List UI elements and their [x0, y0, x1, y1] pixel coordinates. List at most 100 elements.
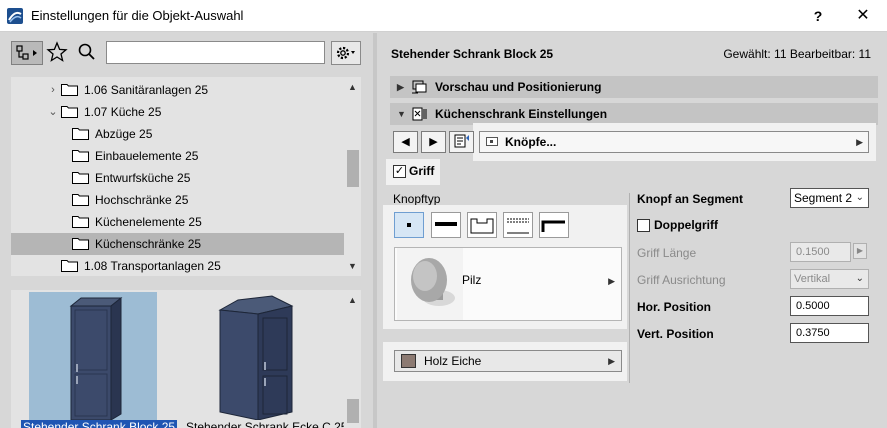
hor-position-input[interactable]: 0.5000	[790, 296, 869, 316]
title-bar: Einstellungen für die Objekt-Auswahl ? ✕	[0, 0, 887, 32]
knob-preview-label: Pilz	[462, 273, 482, 287]
knob-type-point-button[interactable]	[394, 212, 424, 238]
griff-laenge-input[interactable]: 0.1500	[790, 242, 851, 262]
preview-position-icon	[412, 80, 427, 94]
tree-item-transportanlagen[interactable]: 1.08 Transportanlagen 25	[11, 255, 344, 276]
knob-type-groove-button[interactable]	[503, 212, 533, 238]
settings-panel: Stehender Schrank Block 25 Gewählt: 11 B…	[377, 33, 887, 428]
search-input[interactable]	[106, 41, 325, 64]
folder-icon	[72, 128, 89, 140]
help-button[interactable]: ?	[798, 4, 838, 28]
page-list-button[interactable]	[449, 131, 474, 153]
knob-page-icon	[486, 137, 498, 146]
settings-menu-button[interactable]	[331, 41, 361, 65]
tree-item-label: Hochschränke 25	[95, 193, 189, 207]
material-picker[interactable]: Holz Eiche ▶	[394, 350, 622, 372]
triangle-down-icon: ▼	[397, 109, 406, 119]
doppelgriff-checkbox[interactable]	[637, 219, 650, 232]
folder-icon	[72, 194, 89, 206]
knob-recess-icon	[470, 218, 494, 234]
griff-ausrichtung-label: Griff Ausrichtung	[637, 273, 726, 287]
chevron-down-icon: ⌄	[855, 273, 864, 284]
star-icon	[46, 41, 68, 62]
page-picker-label: Knöpfe...	[505, 135, 557, 149]
hierarchy-icon	[16, 45, 37, 60]
tree-item-kuechenschraenke[interactable]: Küchenschränke 25	[11, 233, 344, 255]
segment-value: Segment 2	[794, 191, 853, 205]
corner-cabinet-icon	[218, 295, 294, 421]
knob-type-recess-button[interactable]	[467, 212, 497, 238]
scroll-down-icon[interactable]: ▼	[344, 258, 361, 275]
favorites-button[interactable]	[46, 41, 68, 65]
knob-type-profile-button[interactable]	[539, 212, 569, 238]
knob-type-bar-button[interactable]	[431, 212, 461, 238]
segment-select[interactable]: Segment 2 ⌄	[790, 188, 869, 208]
tree-item-einbauelemente[interactable]: Einbauelemente 25	[11, 145, 344, 167]
preview-item-label: Stehender Schrank Ecke C 25	[186, 420, 348, 428]
tall-cabinet-icon	[69, 296, 123, 421]
tree-item-label: Abzüge 25	[95, 127, 153, 141]
close-button[interactable]: ✕	[843, 4, 883, 28]
page-list-icon	[454, 134, 469, 148]
knob-groove-icon	[507, 218, 529, 234]
folder-icon	[72, 238, 89, 250]
scroll-thumb[interactable]	[347, 150, 359, 187]
tree-scrollbar[interactable]: ▲ ▼	[344, 77, 361, 276]
mushroom-knob-icon	[397, 248, 463, 320]
library-panel: › 1.06 Sanitäranlagen 25 ⌄ 1.07 Küche 25…	[0, 33, 373, 428]
preview-item-ecke[interactable]: Stehender Schrank Ecke C 25	[186, 292, 347, 428]
griff-ausrichtung-select[interactable]: Vertikal ⌄	[790, 269, 869, 289]
tree-item-abzuege[interactable]: Abzüge 25	[11, 123, 344, 145]
vert-position-input[interactable]: 0.3750	[790, 323, 869, 343]
folder-icon	[72, 216, 89, 228]
library-toolbar	[0, 33, 373, 73]
chevron-right-icon[interactable]: ›	[47, 79, 59, 101]
window-title: Einstellungen für die Objekt-Auswahl	[31, 8, 244, 23]
knopftyp-label: Knopftyp	[393, 192, 441, 206]
griff-label: Griff	[409, 164, 435, 178]
filter-view-button[interactable]	[11, 41, 43, 65]
chevron-down-icon[interactable]: ⌄	[47, 101, 59, 123]
knob-point-icon	[407, 223, 411, 227]
hor-position-label: Hor. Position	[637, 300, 712, 314]
folder-icon	[61, 84, 78, 96]
archicad-logo-icon	[7, 8, 23, 24]
triangle-right-icon: ▶	[856, 137, 863, 147]
section-kuechenschrank[interactable]: ▼ Küchenschrank Einstellungen	[390, 103, 878, 125]
scroll-thumb[interactable]	[347, 399, 359, 423]
folder-icon	[72, 150, 89, 162]
section-vorschau[interactable]: ▶ Vorschau und Positionierung	[390, 76, 878, 98]
preview-item-block[interactable]: Stehender Schrank Block 25	[21, 292, 178, 428]
page-picker[interactable]: Knöpfe... ▶	[479, 131, 869, 153]
griff-checkbox[interactable]: ✓	[393, 165, 406, 178]
search-button[interactable]	[76, 41, 98, 65]
knob-preview-picker[interactable]: Pilz ▶	[394, 247, 622, 321]
tree-item-label: Einbauelemente 25	[95, 149, 199, 163]
griff-ausrichtung-value: Vertikal	[794, 273, 831, 285]
object-preview-grid: Stehender Schrank Block 25 Stehender Sch…	[11, 290, 361, 428]
previous-page-button[interactable]: ◀	[393, 131, 418, 153]
scroll-up-icon[interactable]: ▲	[344, 292, 361, 309]
triangle-right-icon[interactable]: ▶	[853, 243, 867, 259]
tree-item-label: Küchenschränke 25	[95, 237, 202, 251]
scroll-up-icon[interactable]: ▲	[344, 79, 361, 96]
tree-item-kuechenelemente[interactable]: Küchenelemente 25	[11, 211, 344, 233]
triangle-right-icon: ▶	[397, 82, 404, 92]
gear-icon	[336, 46, 355, 60]
tree-item-label: 1.08 Transportanlagen 25	[84, 259, 221, 273]
tree-item-hochschraenke[interactable]: Hochschränke 25	[11, 189, 344, 211]
folder-icon	[61, 260, 78, 272]
tree-item-label: 1.06 Sanitäranlagen 25	[84, 83, 209, 97]
doppelgriff-label: Doppelgriff	[654, 218, 718, 232]
preview-item-label: Stehender Schrank Block 25	[21, 420, 178, 428]
tree-item-sanitaeranlagen[interactable]: › 1.06 Sanitäranlagen 25	[11, 79, 344, 101]
next-page-button[interactable]: ▶	[421, 131, 446, 153]
tree-item-entwurfskueche[interactable]: Entwurfsküche 25	[11, 167, 344, 189]
tree-item-kueche[interactable]: ⌄ 1.07 Küche 25	[11, 101, 344, 123]
tree-item-label: Entwurfsküche 25	[95, 171, 191, 185]
folder-icon	[61, 106, 78, 118]
section-label: Küchenschrank Einstellungen	[435, 107, 608, 121]
triangle-right-icon: ▶	[608, 276, 615, 286]
folder-icon	[72, 172, 89, 184]
preview-scrollbar[interactable]: ▲	[344, 290, 361, 428]
